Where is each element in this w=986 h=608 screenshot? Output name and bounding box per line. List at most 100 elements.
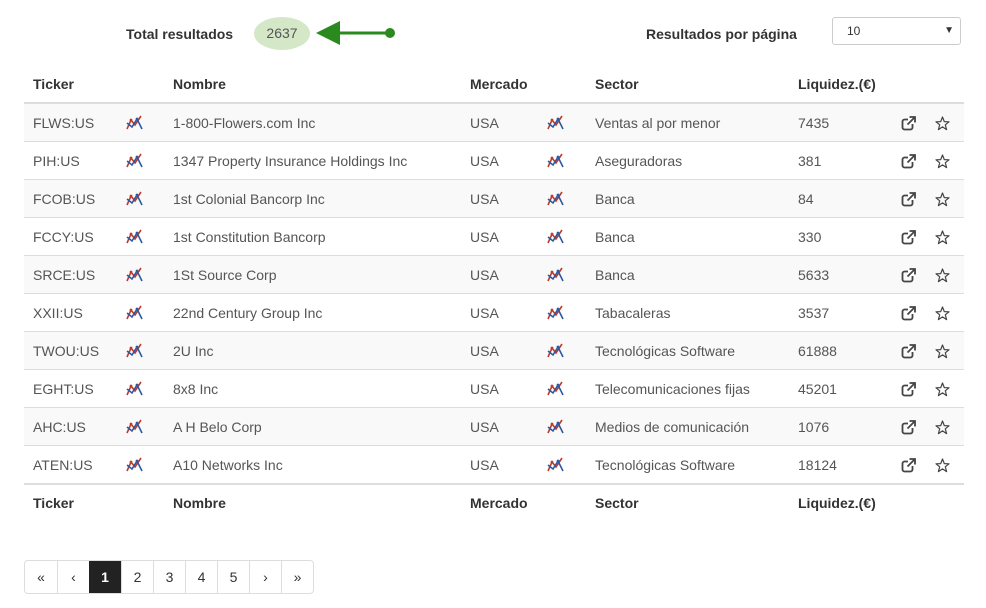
footer-header-name: Nombre [164,483,461,521]
liquidity-cell: 330 [789,217,892,256]
sector-cell: Telecomunicaciones fijas [586,369,789,408]
chart-lines-icon[interactable] [126,267,143,283]
star-icon[interactable] [935,420,950,435]
table-footer-row: Ticker Nombre Mercado Sector Liquidez.(€… [24,483,964,521]
pagination-last-button[interactable]: » [281,561,313,593]
footer-header-sector: Sector [586,483,789,521]
external-link-icon[interactable] [901,153,916,169]
chart-lines-icon[interactable] [547,457,564,473]
company-name-cell: 1st Colonial Bancorp Inc [164,179,461,218]
star-icon[interactable] [935,116,950,131]
chart-lines-icon[interactable] [126,305,143,321]
market-cell: USA [461,103,538,142]
pagination-page-button[interactable]: 1 [89,561,121,593]
company-name-cell: 1347 Property Insurance Holdings Inc [164,141,461,180]
chart-lines-icon[interactable] [126,419,143,435]
chart-lines-icon[interactable] [126,153,143,169]
chart-lines-icon[interactable] [126,115,143,131]
column-header-market[interactable]: Mercado [461,66,538,104]
external-link-icon[interactable] [901,115,916,131]
pagination-prev-button[interactable]: ‹ [57,561,89,593]
column-header-liquidity[interactable]: Liquidez.(€) [789,66,892,104]
ticker-cell: TWOU:US [24,331,117,370]
results-per-page-select[interactable]: 10 ▼ [832,17,961,45]
company-name-cell: 8x8 Inc [164,369,461,408]
chart-lines-icon[interactable] [547,343,564,359]
ticker-cell: SRCE:US [24,255,117,294]
liquidity-cell: 45201 [789,369,892,408]
star-icon[interactable] [935,458,950,473]
sector-cell: Medios de comunicación [586,407,789,446]
company-name-cell: A10 Networks Inc [164,445,461,484]
ticker-cell: FCOB:US [24,179,117,218]
column-header-name[interactable]: Nombre [164,66,461,104]
market-cell: USA [461,445,538,484]
column-header-ticker[interactable]: Ticker [24,66,117,104]
external-link-icon[interactable] [901,229,916,245]
chart-lines-icon[interactable] [547,115,564,131]
sector-cell: Banca [586,255,789,294]
liquidity-cell: 7435 [789,103,892,142]
table-row: AHC:US A H Belo Corp USA Medios de comun… [24,407,964,446]
pagination-first-button[interactable]: « [25,561,57,593]
star-icon[interactable] [935,192,950,207]
chart-lines-icon[interactable] [547,419,564,435]
star-icon[interactable] [935,306,950,321]
external-link-icon[interactable] [901,305,916,321]
table-header-row: Ticker Nombre Mercado Sector Liquidez.(€… [24,66,964,104]
footer-header-liquidity: Liquidez.(€) [789,483,892,521]
results-per-page-value: 10 [847,24,861,38]
external-link-icon[interactable] [901,419,916,435]
pagination-page-button[interactable]: 4 [185,561,217,593]
pagination-page-button[interactable]: 5 [217,561,249,593]
chart-lines-icon[interactable] [547,305,564,321]
chart-lines-icon[interactable] [547,153,564,169]
external-link-icon[interactable] [901,381,916,397]
ticker-cell: PIH:US [24,141,117,180]
liquidity-cell: 5633 [789,255,892,294]
pagination-next-button[interactable]: › [249,561,281,593]
chart-lines-icon[interactable] [126,191,143,207]
chart-lines-icon[interactable] [126,457,143,473]
star-icon[interactable] [935,344,950,359]
external-link-icon[interactable] [901,343,916,359]
market-cell: USA [461,255,538,294]
chart-lines-icon[interactable] [547,191,564,207]
sector-cell: Banca [586,217,789,256]
external-link-icon[interactable] [901,457,916,473]
pagination-page-button[interactable]: 2 [121,561,153,593]
table-row: PIH:US 1347 Property Insurance Holdings … [24,141,964,180]
external-link-icon[interactable] [901,191,916,207]
external-link-icon[interactable] [901,267,916,283]
sector-cell: Ventas al por menor [586,103,789,142]
table-row: FCOB:US 1st Colonial Bancorp Inc USA Ban… [24,179,964,218]
chart-lines-icon[interactable] [126,229,143,245]
company-name-cell: A H Belo Corp [164,407,461,446]
liquidity-cell: 381 [789,141,892,180]
market-cell: USA [461,179,538,218]
column-header-sector[interactable]: Sector [586,66,789,104]
ticker-cell: FLWS:US [24,103,117,142]
chart-lines-icon[interactable] [547,267,564,283]
table-row: SRCE:US 1St Source Corp USA Banca 5633 [24,255,964,294]
market-cell: USA [461,293,538,332]
star-icon[interactable] [935,230,950,245]
market-cell: USA [461,217,538,256]
company-name-cell: 1St Source Corp [164,255,461,294]
ticker-cell: FCCY:US [24,217,117,256]
liquidity-cell: 61888 [789,331,892,370]
star-icon[interactable] [935,382,950,397]
ticker-cell: AHC:US [24,407,117,446]
star-icon[interactable] [935,154,950,169]
star-icon[interactable] [935,268,950,283]
chart-lines-icon[interactable] [126,381,143,397]
ticker-cell: ATEN:US [24,445,117,484]
pagination-page-button[interactable]: 3 [153,561,185,593]
table-row: TWOU:US 2U Inc USA Tecnológicas Software… [24,331,964,370]
caret-down-icon: ▼ [944,25,954,36]
liquidity-cell: 18124 [789,445,892,484]
total-results-label: Total resultados [126,26,234,42]
chart-lines-icon[interactable] [547,229,564,245]
chart-lines-icon[interactable] [126,343,143,359]
chart-lines-icon[interactable] [547,381,564,397]
